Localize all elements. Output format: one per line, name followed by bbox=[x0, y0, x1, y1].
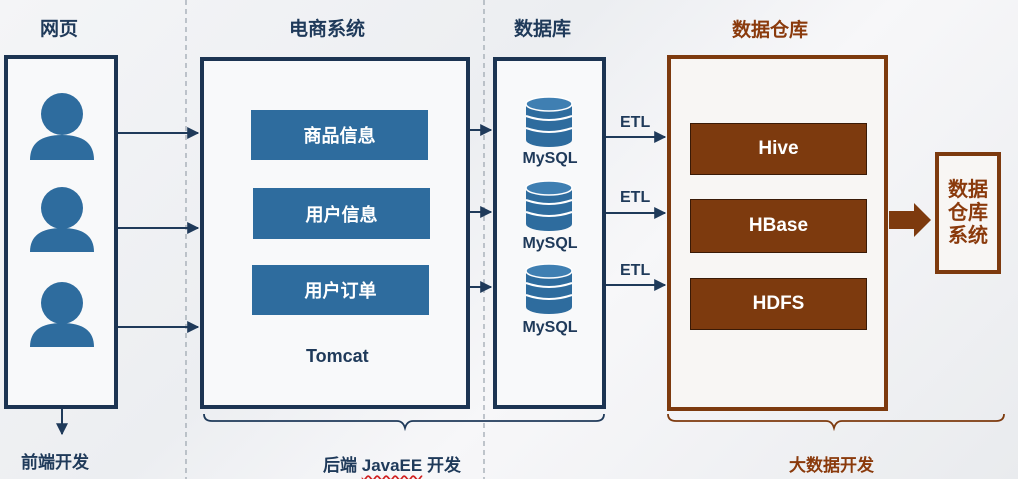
webpage-heading: 网页 bbox=[40, 19, 79, 40]
warehouse-heading: 数据仓库 bbox=[732, 20, 809, 41]
database-icon bbox=[525, 96, 573, 147]
frontend-label: 前端开发 bbox=[21, 453, 89, 472]
backend-brace bbox=[203, 413, 605, 432]
dw-system-box: 数据 仓库 系统 bbox=[935, 152, 1001, 274]
etl-label: ETL bbox=[620, 262, 651, 279]
dw-system-line: 仓库 bbox=[948, 201, 988, 224]
backend-java: JavaEE bbox=[361, 456, 423, 475]
tomcat-label: Tomcat bbox=[306, 346, 369, 366]
etl-label: ETL bbox=[620, 114, 651, 131]
backend-suffix: 开发 bbox=[422, 456, 461, 475]
database-heading: 数据库 bbox=[514, 19, 572, 40]
bigdata-label: 大数据开发 bbox=[789, 456, 874, 475]
dw-system-line: 系统 bbox=[948, 224, 988, 247]
ecommerce-heading: 电商系统 bbox=[289, 19, 366, 40]
bigdata-brace bbox=[667, 413, 1005, 432]
hdfs-box: HDFS bbox=[690, 278, 867, 330]
mysql-label: MySQL bbox=[522, 150, 578, 167]
backend-label: 后端 JavaEE 开发 bbox=[323, 451, 461, 476]
mysql-label: MySQL bbox=[522, 235, 578, 252]
user-order-box: 用户订单 bbox=[252, 265, 429, 315]
mysql-label: MySQL bbox=[522, 319, 578, 336]
database-icon bbox=[525, 180, 573, 231]
backend-prefix: 后端 bbox=[323, 456, 362, 475]
hive-box: Hive bbox=[690, 123, 867, 175]
database-icon bbox=[525, 263, 573, 314]
dw-system-line: 数据 bbox=[948, 178, 988, 201]
hbase-box: HBase bbox=[690, 199, 867, 253]
product-info-box: 商品信息 bbox=[251, 110, 428, 160]
etl-label: ETL bbox=[620, 189, 651, 206]
user-info-box: 用户信息 bbox=[253, 188, 430, 239]
fat-arrow-icon bbox=[889, 203, 931, 237]
